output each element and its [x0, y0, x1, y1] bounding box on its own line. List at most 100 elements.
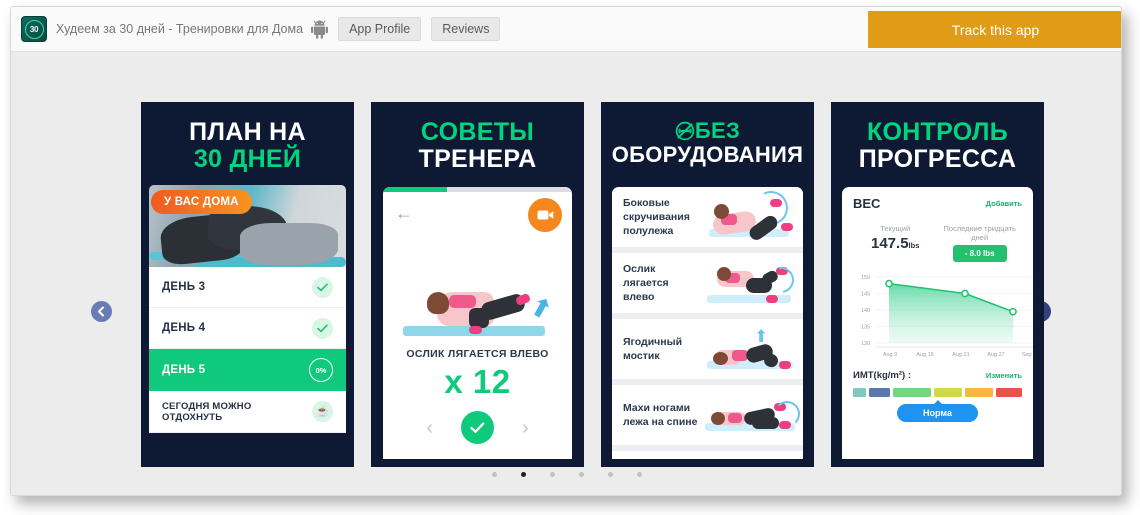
panel-3-title-line1: БЕЗ: [601, 119, 814, 143]
pagination-dot-active[interactable]: [521, 472, 526, 477]
exercise-thumbnail: [701, 187, 803, 247]
pagination-dot[interactable]: [579, 472, 584, 477]
screenshot-panel-plan[interactable]: ПЛАН НА 30 ДНЕЙ У ВАС ДОМА ДЕНЬ 3 ДЕНЬ 4…: [141, 102, 354, 467]
exercise-name: Ягодичный мостик: [623, 335, 683, 362]
panel-1-title-line1: ПЛАН НА: [189, 118, 306, 146]
panel-strip: ПЛАН НА 30 ДНЕЙ У ВАС ДОМА ДЕНЬ 3 ДЕНЬ 4…: [141, 102, 1044, 467]
current-weight-value: 147.5lbs: [871, 235, 920, 252]
exercise-name: Боковые скручивания полулежа: [623, 196, 690, 238]
bmi-segment: [853, 388, 866, 397]
bmi-status-wrap: Норма: [853, 400, 1022, 422]
day-label: ДЕНЬ 4: [162, 322, 206, 334]
app-title: Худеем за 30 дней - Тренировки для Дома: [56, 22, 304, 36]
next-exercise-icon[interactable]: ›: [522, 418, 529, 438]
tab-app-profile[interactable]: App Profile: [338, 17, 422, 41]
day-label: СЕГОДНЯ МОЖНО ОТДОХНУТЬ: [162, 400, 252, 423]
gallery-pagination: [11, 472, 1121, 477]
bmi-segment: [893, 388, 931, 397]
bmi-segment: [964, 388, 994, 397]
pagination-dot[interactable]: [550, 472, 555, 477]
panel-1-title: ПЛАН НА 30 ДНЕЙ: [141, 102, 354, 173]
svg-text:140: 140: [861, 308, 870, 314]
app-icon-label: 30: [24, 19, 44, 39]
video-camera-icon[interactable]: [528, 198, 562, 232]
day-label: ДЕНЬ 5: [162, 364, 206, 376]
screenshot-panel-no-equipment[interactable]: БЕЗ ОБОРУДОВАНИЯ Боковые скручивания пол…: [601, 102, 814, 467]
panel-3-title-line2: ОБОРУДОВАНИЯ: [611, 141, 804, 167]
home-badge: У ВАС ДОМА: [151, 190, 252, 214]
day-row[interactable]: ДЕНЬ 4: [149, 308, 346, 349]
panel-2-title-line2: ТРЕНЕРА: [418, 145, 537, 173]
panel-4-title-line1: КОНТРОЛЬ: [866, 118, 1009, 146]
progress-ring: 0%: [309, 358, 333, 382]
cup-icon: ☕: [312, 401, 333, 422]
svg-text:Aug 27: Aug 27: [987, 352, 1004, 358]
panel-3-title: БЕЗ ОБОРУДОВАНИЯ: [601, 102, 814, 167]
exercise-list-item[interactable]: Ягодичный мостик ⬆: [612, 319, 803, 385]
pagination-dot[interactable]: [608, 472, 613, 477]
weight-stats: Текущий 147.5lbs Последние тридцать дней…: [853, 224, 1022, 262]
weight-chart: 150 145 140 135 130 Aug 9 Aug 15 Aug 21 …: [853, 270, 1033, 362]
app-header-bar: 30 Худеем за 30 дней - Тренировки для До…: [11, 7, 1121, 52]
exercise-illustration: ⬈: [393, 238, 562, 342]
tab-reviews[interactable]: Reviews: [431, 17, 501, 41]
weight-delta-badge: - 8.0 lbs: [952, 245, 1007, 262]
add-weight-link[interactable]: Добавить: [986, 199, 1022, 208]
exercise-name: Ослик лягается влево: [623, 262, 669, 304]
svg-text:130: 130: [861, 341, 870, 347]
exercise-list-item[interactable]: Махи ногами лежа на спине: [612, 385, 803, 451]
exercise-list-item[interactable]: Боковые скручивания полулежа: [612, 187, 803, 253]
svg-text:145: 145: [861, 292, 870, 298]
svg-text:135: 135: [861, 325, 870, 331]
bmi-section: ИМТ(kg/m²) : Изменить Норма: [853, 370, 1023, 422]
exercise-thumbnail: [701, 385, 803, 445]
progress-card: ВЕС Добавить Текущий 147.5lbs Последние …: [842, 187, 1033, 459]
panel-2-title-line1: СОВЕТЫ: [420, 118, 535, 146]
exercise-name: Махи ногами лежа на спине: [623, 401, 698, 428]
period-block: Последние тридцать дней - 8.0 lbs: [937, 224, 1022, 262]
current-weight-caption: Текущий: [880, 224, 911, 233]
track-this-app-button[interactable]: Track this app: [868, 11, 1121, 48]
screenshot-panel-progress[interactable]: КОНТРОЛЬ ПРОГРЕССА ВЕС Добавить Текущий …: [831, 102, 1044, 467]
weight-label: ВЕС: [853, 196, 881, 211]
panel-2-title: СОВЕТЫ ТРЕНЕРА: [371, 102, 584, 173]
exercise-name: ОСЛИК ЛЯГАЕТСЯ ВЛЕВО: [406, 348, 549, 360]
svg-text:150: 150: [861, 275, 870, 281]
prev-exercise-icon[interactable]: ‹: [426, 418, 433, 438]
exercise-thumbnail: ⬆: [701, 319, 803, 379]
check-icon: [312, 276, 333, 298]
exercise-rep-count: x 12: [444, 363, 511, 400]
svg-text:Aug 21: Aug 21: [952, 352, 969, 358]
panel-4-title: КОНТРОЛЬ ПРОГРЕССА: [831, 102, 1044, 173]
exercise-controls: ‹ ›: [383, 411, 572, 444]
bmi-segment: [868, 388, 891, 397]
exercise-card-top: ←: [383, 192, 572, 238]
svg-text:Aug 15: Aug 15: [916, 352, 933, 358]
svg-text:Aug 9: Aug 9: [883, 352, 897, 358]
bmi-pointer-icon: [932, 400, 943, 405]
back-arrow-icon[interactable]: ←: [395, 204, 413, 222]
day-row[interactable]: ДЕНЬ 3: [149, 267, 346, 308]
panel-4-title-line2: ПРОГРЕССА: [858, 145, 1017, 173]
app-icon: 30: [21, 16, 47, 42]
svg-text:Sep 3: Sep 3: [1022, 352, 1033, 358]
android-icon: [311, 20, 329, 39]
check-icon: [312, 317, 333, 339]
day-list: ДЕНЬ 3 ДЕНЬ 4 ДЕНЬ 5 0% СЕГОДНЯ МОЖНО ОТ…: [149, 267, 346, 433]
day-row-rest[interactable]: СЕГОДНЯ МОЖНО ОТДОХНУТЬ ☕: [149, 391, 346, 433]
pagination-dot[interactable]: [492, 472, 497, 477]
complete-exercise-button[interactable]: [461, 411, 494, 444]
bmi-segment: [933, 388, 962, 397]
screenshot-panel-trainer-tips[interactable]: СОВЕТЫ ТРЕНЕРА ← ⬈ ОСЛИК ЛЯГАЕТСЯ ВЛЕВО …: [371, 102, 584, 467]
no-equipment-icon: [675, 121, 695, 141]
exercise-list-item[interactable]: Ослик лягается влево: [612, 253, 803, 319]
period-caption: Последние тридцать дней: [943, 224, 1016, 242]
bmi-header: ИМТ(kg/m²) : Изменить: [853, 370, 1022, 381]
pagination-dot[interactable]: [637, 472, 642, 477]
day-row-active[interactable]: ДЕНЬ 5 0%: [149, 349, 346, 391]
bmi-label: ИМТ(kg/m²) :: [853, 370, 912, 381]
bmi-change-link[interactable]: Изменить: [986, 371, 1022, 380]
gallery-prev-arrow[interactable]: [91, 301, 112, 322]
day-label: ДЕНЬ 3: [162, 281, 206, 293]
exercise-card: ← ⬈ ОСЛИК ЛЯГАЕТСЯ ВЛЕВО x 12 ‹ ›: [383, 187, 572, 459]
